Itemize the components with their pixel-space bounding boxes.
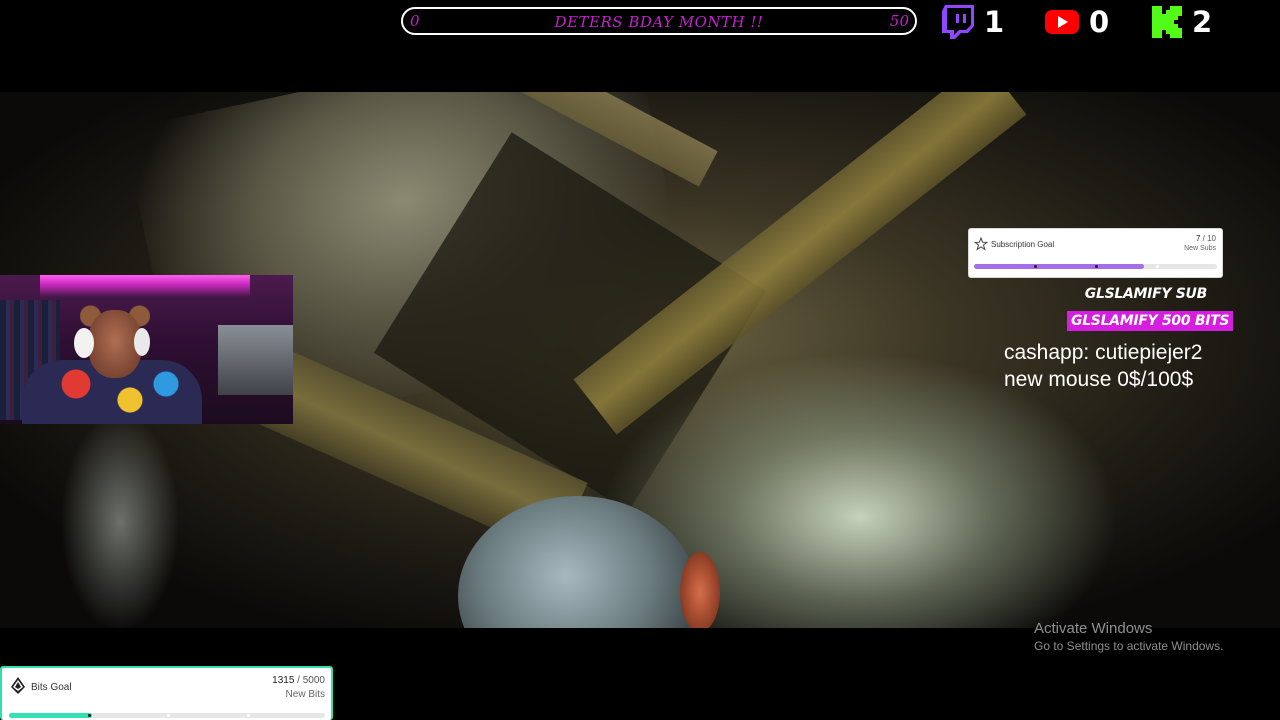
light-glow: [60, 412, 180, 628]
subscription-goal-fill: [974, 264, 1145, 269]
kick-icon: [1152, 6, 1182, 38]
subscription-goal-target: 10: [1207, 234, 1216, 243]
youtube-counter: 0: [1045, 4, 1109, 40]
recent-sub-alert: GLSLAMIFY SUB: [1084, 286, 1208, 302]
kick-counter: 2: [1152, 4, 1212, 40]
neon-light: [40, 275, 250, 297]
subscription-goal-progress: 7 / 10: [1196, 234, 1216, 243]
lamp: [218, 325, 293, 395]
activate-windows-title: Activate Windows: [1034, 620, 1153, 637]
kick-count: 2: [1192, 5, 1213, 39]
subscription-goal-unit: New Subs: [1184, 245, 1216, 252]
activate-windows-watermark: Activate Windows Go to Settings to activ…: [1034, 620, 1223, 653]
twitch-count: 1: [984, 5, 1005, 39]
subscription-goal-marker: [1156, 265, 1159, 268]
bits-goal-marker: [167, 714, 170, 717]
bits-goal-track: [9, 713, 325, 718]
mouse-goal-text: new mouse 0$/100$: [1004, 368, 1194, 391]
bits-goal-progress: 1315 / 5000: [272, 675, 325, 686]
bits-goal-marker: [247, 714, 250, 717]
character-ear: [680, 552, 720, 628]
subscription-goal-marker: [1034, 265, 1037, 268]
bits-goal-unit: New Bits: [285, 689, 325, 700]
bits-goal-separator: /: [294, 675, 303, 686]
bits-goal-widget: Bits Goal 1315 / 5000 New Bits: [0, 666, 333, 720]
headset-cup: [74, 328, 94, 358]
bits-icon: [11, 677, 25, 694]
bday-goal-bar: 0 DETERS BDAY MONTH !! 50: [401, 7, 917, 35]
subscription-goal-widget: Subscription Goal 7 / 10 New Subs: [968, 228, 1223, 278]
bits-goal-target: 5000: [302, 675, 325, 686]
youtube-count: 0: [1089, 5, 1110, 39]
headset-cup: [134, 328, 150, 356]
subscription-goal-label: Subscription Goal: [991, 240, 1055, 249]
webcam-feed: [0, 275, 293, 424]
bday-goal-end: 50: [889, 12, 909, 30]
bits-goal-fill: [9, 713, 93, 718]
cashapp-text: cashapp: cutiepiejer2: [1004, 341, 1203, 364]
star-icon: [974, 237, 988, 251]
bits-goal-marker: [88, 714, 91, 717]
youtube-icon: [1045, 10, 1079, 34]
subscription-goal-track: [974, 264, 1217, 269]
activate-windows-subtitle: Go to Settings to activate Windows.: [1034, 639, 1224, 653]
twitch-icon: [942, 5, 974, 39]
bits-goal-current: 1315: [272, 675, 295, 686]
recent-bits-alert: GLSLAMIFY 500 BITS: [1067, 311, 1234, 331]
twitch-counter: 1: [942, 4, 1004, 40]
stream-overlay: 0 DETERS BDAY MONTH !! 50 1 0 2 Subscrip…: [0, 0, 1280, 720]
bits-goal-label: Bits Goal: [31, 682, 72, 693]
subscription-goal-marker: [1095, 265, 1098, 268]
bday-goal-title: DETERS BDAY MONTH !!: [554, 13, 764, 31]
